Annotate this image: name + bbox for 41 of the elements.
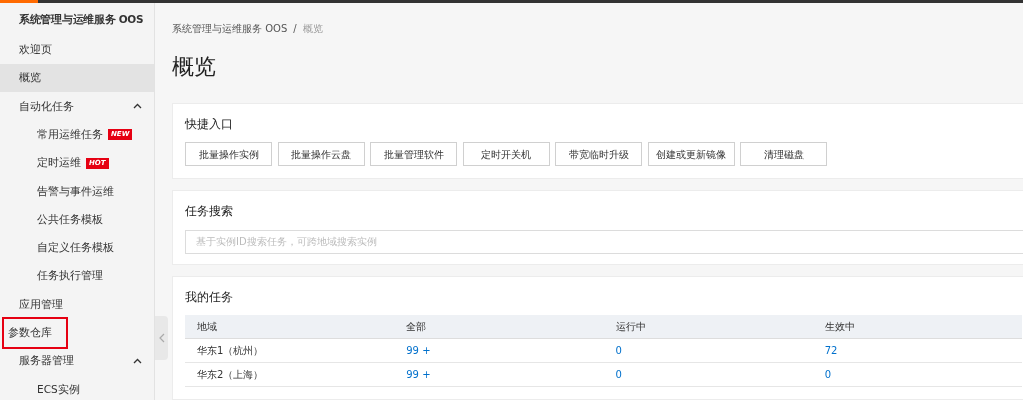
sidebar-item[interactable]: 参数仓库 (0, 318, 154, 347)
card-title: 任务搜索 (185, 203, 234, 221)
table-cell: 华东2（上海） (185, 362, 395, 387)
sidebar-item[interactable]: 告警与事件运维 (0, 177, 154, 206)
count-link[interactable]: 0 (615, 369, 622, 381)
quick-entry-button[interactable]: 带宽临时升级 (555, 142, 642, 167)
quick-entry-button[interactable]: 批量操作云盘 (277, 142, 365, 167)
sidebar-item[interactable]: 服务器管理 (0, 347, 154, 376)
quick-entry-button[interactable]: 创建或更新镜像 (647, 142, 735, 167)
highlight-frame: 参数仓库 (4, 319, 66, 347)
breadcrumb-link[interactable]: 系统管理与运维服务 OOS (172, 21, 288, 36)
sidebar-title: 系统管理与运维服务 OOS (18, 12, 145, 27)
quick-entry-button[interactable]: 定时开关机 (462, 142, 550, 167)
sidebar-item[interactable]: 自定义任务模板 (0, 233, 154, 263)
count-link[interactable]: 99 + (406, 345, 431, 357)
sidebar-item[interactable]: 任务执行管理 (0, 262, 154, 291)
page-title: 概览 (172, 53, 217, 81)
count-link[interactable]: 72 (824, 345, 838, 357)
count-link[interactable]: 0 (615, 345, 622, 357)
count-link[interactable]: 0 (824, 369, 832, 381)
count-link[interactable]: 99 + (406, 369, 431, 381)
column-header: 地域 (185, 314, 395, 339)
collapse-handle[interactable] (155, 316, 168, 360)
sidebar-item[interactable]: 应用管理 (0, 290, 154, 319)
breadcrumb-current: 概览 (302, 22, 323, 36)
column-header: 运行中 (603, 314, 813, 339)
sidebar-item[interactable]: 欢迎页 (0, 35, 154, 65)
chevron-left-icon (158, 333, 165, 343)
sidebar-item[interactable]: ECS实例 (0, 375, 154, 400)
quick-entry-button[interactable]: 批量操作实例 (185, 142, 272, 167)
sidebar-item[interactable]: 公共任务模板 (0, 205, 154, 234)
sidebar-item[interactable]: 概览 (0, 64, 154, 93)
table-cell: 华东1（杭州） (185, 338, 395, 363)
column-header: 生效中 (812, 314, 1022, 339)
quick-entry-button[interactable]: 批量管理软件 (370, 142, 457, 167)
card-title: 我的任务 (185, 288, 234, 306)
breadcrumb-separator: / (293, 22, 297, 36)
card-title: 快捷入口 (185, 116, 234, 133)
sidebar-item[interactable]: 自动化任务 (0, 92, 154, 121)
column-header: 全部 (394, 314, 604, 339)
quick-entry-button[interactable]: 清理磁盘 (740, 142, 827, 167)
